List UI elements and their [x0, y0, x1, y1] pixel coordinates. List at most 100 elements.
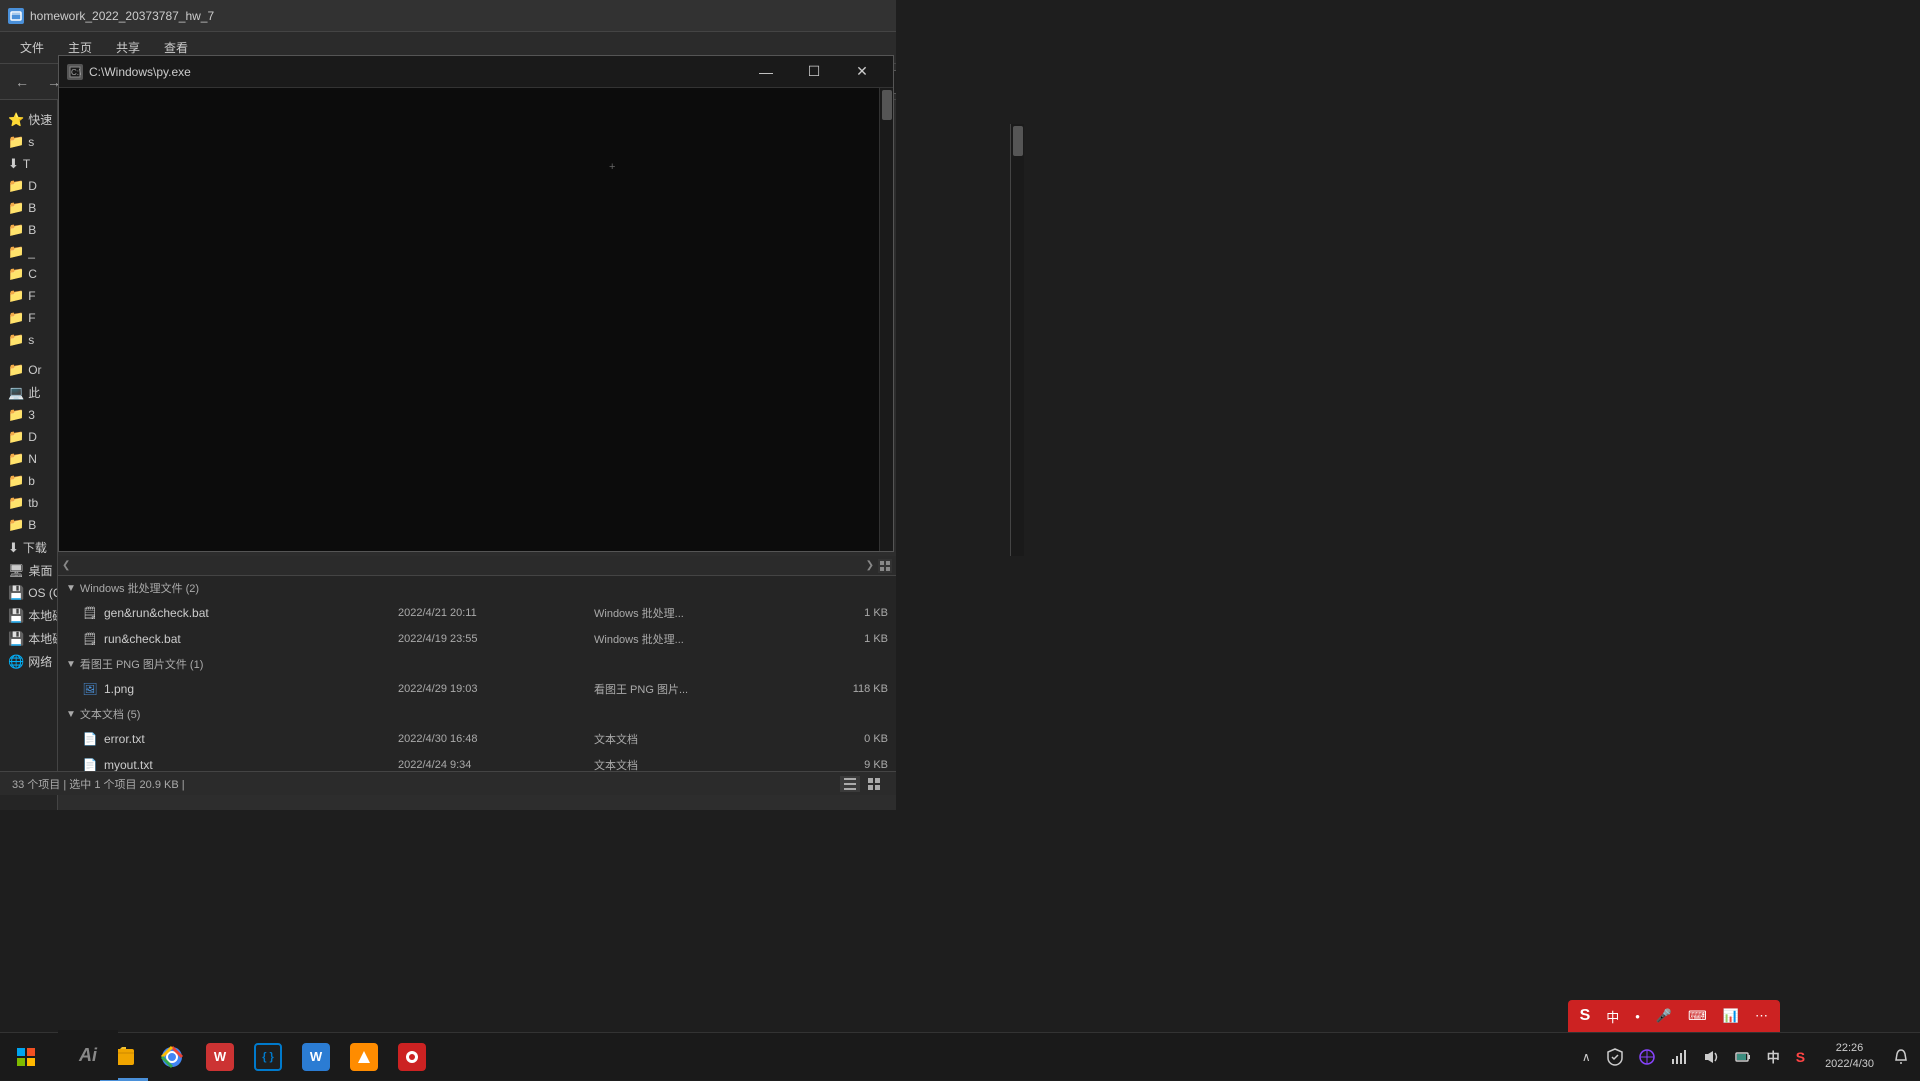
app6-icon: W — [302, 1043, 330, 1071]
file-row-run[interactable]: 🗒 run&check.bat 2022/4/19 23:55 Windows … — [58, 626, 896, 652]
sidebar-item-b2[interactable]: 📁B — [0, 219, 57, 241]
file-row-myout[interactable]: 📄 myout.txt 2022/4/24 9:34 文本文档 9 KB — [58, 752, 896, 771]
sogou-mic[interactable]: 🎤 — [1652, 1006, 1676, 1026]
taskbar-chrome[interactable] — [148, 1033, 196, 1081]
sidebar-item-b4[interactable]: 📁B — [0, 514, 57, 536]
terminal-window: C:\ C:\Windows\py.exe — ☐ ✕ + — [58, 55, 894, 552]
file-name-run: run&check.bat — [104, 632, 398, 646]
statusbar-text: 33 个项目 | 选中 1 个项目 20.9 KB | — [12, 776, 185, 792]
tray-network-icon[interactable] — [1667, 1033, 1691, 1081]
taskbar-app7[interactable] — [340, 1033, 388, 1081]
computer-icon: 💻 — [8, 385, 24, 401]
sidebar-item-quickaccess[interactable]: ⭐ 快速 — [0, 108, 57, 131]
terminal-scroll-thumb — [882, 90, 892, 120]
sidebar-item-network[interactable]: 🌐网络 — [0, 650, 57, 673]
terminal-scrollbar[interactable] — [879, 88, 893, 551]
sogou-more[interactable]: ⋯ — [1751, 1006, 1772, 1026]
taskbar-tray: ∧ 中 S 22:26 2022/4/30 — [1578, 1033, 1920, 1081]
group-label-txt: 文本文档 (5) — [80, 706, 141, 722]
sidebar-item-underscore[interactable]: 📁_ — [0, 241, 57, 263]
sidebar-item-or[interactable]: 📁Or — [0, 359, 57, 381]
taskbar-clock[interactable]: 22:26 2022/4/30 — [1817, 1033, 1882, 1081]
start-button[interactable] — [0, 1033, 52, 1081]
folder-icon-b3: 📁 — [8, 473, 24, 489]
sidebar-item-thispc[interactable]: 💻此 — [0, 381, 57, 404]
sidebar-item-f1[interactable]: 📁F — [0, 285, 57, 307]
view-toggle[interactable] — [878, 559, 892, 573]
sidebar-item-xz[interactable]: ⬇下载 — [0, 536, 57, 559]
terminal-maximize[interactable]: ☐ — [791, 56, 837, 88]
sidebar-item-n[interactable]: 📁N — [0, 448, 57, 470]
folder-icon-d2: 📁 — [8, 429, 24, 445]
sidebar-item-f2[interactable]: 📁F — [0, 307, 57, 329]
group-header-bat[interactable]: ▼ Windows 批处理文件 (2) — [58, 576, 896, 600]
terminal-title-text: C:\Windows\py.exe — [89, 65, 743, 79]
sidebar-item-b3[interactable]: 📁b — [0, 470, 57, 492]
tray-sogou-icon[interactable]: S — [1792, 1033, 1809, 1081]
grid-view-button[interactable] — [864, 776, 884, 792]
sogou-chart[interactable]: 📊 — [1719, 1006, 1743, 1026]
download-icon: ⬇ — [8, 156, 19, 172]
sidebar-item-c[interactable]: 📁C — [0, 263, 57, 285]
statusbar: 33 个项目 | 选中 1 个项目 20.9 KB | — [0, 771, 896, 795]
tray-ime-icon[interactable]: 中 — [1763, 1033, 1784, 1081]
sidebar-item-d2[interactable]: 📁D — [0, 426, 57, 448]
sogou-zh-en[interactable]: 中 — [1602, 1005, 1623, 1028]
taskbar-wps[interactable]: W — [196, 1033, 244, 1081]
folder-icon-us: 📁 — [8, 244, 24, 260]
sidebar-item-download[interactable]: ⬇T — [0, 153, 57, 175]
taskbar-app8[interactable] — [388, 1033, 436, 1081]
folder-icon-f1: 📁 — [8, 288, 24, 304]
file-type-gen: Windows 批处理... — [594, 605, 790, 621]
tray-vpn-icon[interactable] — [1635, 1033, 1659, 1081]
taskbar-app5[interactable]: { } — [244, 1033, 292, 1081]
terminal-window-controls: — ☐ ✕ — [743, 56, 885, 88]
terminal-close[interactable]: ✕ — [839, 56, 885, 88]
folder-icon-b4: 📁 — [8, 517, 24, 533]
sogou-keyboard[interactable]: ⌨ — [1684, 1006, 1711, 1026]
star-icon: ⭐ — [8, 112, 24, 128]
sidebar-item-d[interactable]: 📁D — [0, 175, 57, 197]
terminal-minimize[interactable]: — — [743, 56, 789, 88]
taskbar-app6[interactable]: W — [292, 1033, 340, 1081]
file-row-error[interactable]: 📄 error.txt 2022/4/30 16:48 文本文档 0 KB — [58, 726, 896, 752]
sidebar-item-osc[interactable]: 💾OS (C:) — [0, 582, 57, 604]
tray-security-icon[interactable] — [1603, 1033, 1627, 1081]
file-group-png: ▼ 看图王 PNG 图片文件 (1) 🖼 1.png 2022/4/29 19:… — [58, 652, 896, 702]
sidebar-item-drivee[interactable]: 💾本地磁盘 (E:) — [0, 627, 57, 650]
sidebar-item-s[interactable]: 📁s — [0, 131, 57, 153]
chevron-down-icon-png: ▼ — [66, 659, 76, 670]
sidebar-item-s2[interactable]: 📁s — [0, 329, 57, 351]
txt-icon-error: 📄 — [82, 731, 98, 747]
group-header-png[interactable]: ▼ 看图王 PNG 图片文件 (1) — [58, 652, 896, 676]
file-row-png[interactable]: 🖼 1.png 2022/4/29 19:03 看图王 PNG 图片... 11… — [58, 676, 896, 702]
tray-power-icon[interactable] — [1731, 1033, 1755, 1081]
sidebar-item-3[interactable]: 📁3 — [0, 404, 57, 426]
group-header-txt[interactable]: ▼ 文本文档 (5) — [58, 702, 896, 726]
back-button[interactable]: ← — [8, 68, 36, 96]
detail-view-button[interactable] — [840, 776, 860, 792]
sidebar-item-drived[interactable]: 💾本地磁盘 (D:) — [0, 604, 57, 627]
group-label-bat: Windows 批处理文件 (2) — [80, 580, 199, 596]
notification-button[interactable] — [1890, 1033, 1912, 1081]
sidebar-item-b1[interactable]: 📁B — [0, 197, 57, 219]
file-size-run: 1 KB — [790, 633, 888, 645]
sogou-ime-bar: S 中 • 🎤 ⌨ 📊 ⋯ — [1568, 1000, 1780, 1032]
tray-volume-icon[interactable] — [1699, 1033, 1723, 1081]
file-row-gen[interactable]: 🗒 gen&run&check.bat 2022/4/21 20:11 Wind… — [58, 600, 896, 626]
sidebar-item-tb[interactable]: 📁tb — [0, 492, 57, 514]
sidebar-item-desktop[interactable]: 🖥桌面 — [0, 559, 57, 582]
file-type-run: Windows 批处理... — [594, 631, 790, 647]
folder-icon-3: 📁 — [8, 407, 24, 423]
tray-expand-button[interactable]: ∧ — [1578, 1033, 1595, 1081]
folder-icon: 📁 — [8, 134, 24, 150]
horizontal-scrollbar[interactable] — [74, 560, 861, 572]
sogou-dot: • — [1631, 1007, 1644, 1026]
bat-icon-1: 🗒 — [82, 605, 98, 621]
file-date-run: 2022/4/19 23:55 — [398, 633, 594, 645]
ribbon-tab-file[interactable]: 文件 — [8, 33, 56, 62]
txt-icon-myout: 📄 — [82, 757, 98, 771]
wps-icon: W — [206, 1043, 234, 1071]
chevron-down-icon-txt: ▼ — [66, 709, 76, 720]
folder-icon-n: 📁 — [8, 451, 24, 467]
